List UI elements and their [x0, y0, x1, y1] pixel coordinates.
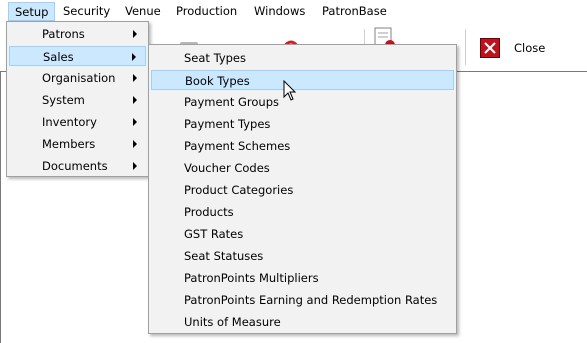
setup-menu-item-sales[interactable]: Sales [9, 46, 146, 66]
menu-item-label: Documents [42, 159, 108, 173]
menu-item-label: Units of Measure [184, 315, 281, 329]
submenu-arrow-icon [133, 140, 137, 148]
submenu-arrow-icon [133, 118, 137, 126]
sales-item-products[interactable]: Products [151, 202, 454, 222]
setup-menu: Patrons Sales Organisation System Invent… [6, 21, 149, 177]
sales-item-payment-schemes[interactable]: Payment Schemes [151, 136, 454, 156]
menu-patronbase[interactable]: PatronBase [316, 2, 393, 21]
submenu-arrow-icon [133, 96, 137, 104]
menu-item-label: Sales [43, 50, 74, 64]
sales-item-seat-statuses[interactable]: Seat Statuses [151, 246, 454, 266]
sales-item-book-types[interactable]: Book Types [151, 70, 454, 90]
menu-item-label: System [42, 93, 85, 107]
sales-submenu: Seat Types Book Types Payment Groups Pay… [148, 44, 457, 334]
menu-windows[interactable]: Windows [248, 2, 311, 21]
sales-item-payment-groups[interactable]: Payment Groups [151, 92, 454, 112]
window-edge [0, 71, 1, 343]
sales-item-gst-rates[interactable]: GST Rates [151, 224, 454, 244]
menu-item-label: Seat Statuses [184, 249, 264, 263]
menu-item-label: Seat Types [184, 51, 246, 65]
close-label: Close [514, 41, 546, 55]
sales-item-patronpoints-earning-rates[interactable]: PatronPoints Earning and Redemption Rate… [151, 290, 454, 310]
menu-item-label: PatronPoints Multipliers [184, 271, 319, 285]
sales-item-seat-types[interactable]: Seat Types [151, 48, 454, 68]
mouse-cursor-icon [283, 79, 297, 102]
menu-item-label: Organisation [42, 71, 116, 85]
menu-item-label: Payment Schemes [184, 139, 291, 153]
menu-item-label: Payment Types [184, 117, 271, 131]
submenu-arrow-icon [132, 53, 136, 61]
setup-menu-item-organisation[interactable]: Organisation [9, 68, 146, 88]
menu-item-label: Voucher Codes [184, 161, 270, 175]
submenu-arrow-icon [133, 30, 137, 38]
setup-menu-item-system[interactable]: System [9, 90, 146, 110]
sales-item-patronpoints-multipliers[interactable]: PatronPoints Multipliers [151, 268, 454, 288]
menu-item-label: Inventory [42, 115, 97, 129]
toolbar-separator [465, 29, 466, 65]
menu-item-label: Book Types [185, 74, 250, 88]
menu-item-label: Members [42, 137, 96, 151]
sales-item-voucher-codes[interactable]: Voucher Codes [151, 158, 454, 178]
setup-menu-item-patrons[interactable]: Patrons [9, 24, 146, 44]
sales-item-units-of-measure[interactable]: Units of Measure [151, 312, 454, 332]
menu-venue[interactable]: Venue [119, 2, 167, 21]
setup-menu-item-members[interactable]: Members [9, 134, 146, 154]
menu-item-label: Product Categories [184, 183, 294, 197]
setup-menu-item-documents[interactable]: Documents [9, 156, 146, 176]
menu-production[interactable]: Production [170, 2, 243, 21]
submenu-arrow-icon [133, 74, 137, 82]
setup-menu-item-inventory[interactable]: Inventory [9, 112, 146, 132]
menu-item-label: GST Rates [184, 227, 244, 241]
sales-item-payment-types[interactable]: Payment Types [151, 114, 454, 134]
menu-item-label: Patrons [42, 27, 85, 41]
close-button[interactable]: Close [480, 37, 545, 59]
close-icon [480, 38, 500, 58]
sales-item-product-categories[interactable]: Product Categories [151, 180, 454, 200]
menu-item-label: Payment Groups [184, 95, 280, 109]
submenu-arrow-icon [133, 162, 137, 170]
menu-security[interactable]: Security [57, 2, 116, 21]
menu-setup[interactable]: Setup [8, 2, 56, 21]
menu-item-label: PatronPoints Earning and Redemption Rate… [184, 293, 438, 307]
menu-item-label: Products [184, 205, 234, 219]
